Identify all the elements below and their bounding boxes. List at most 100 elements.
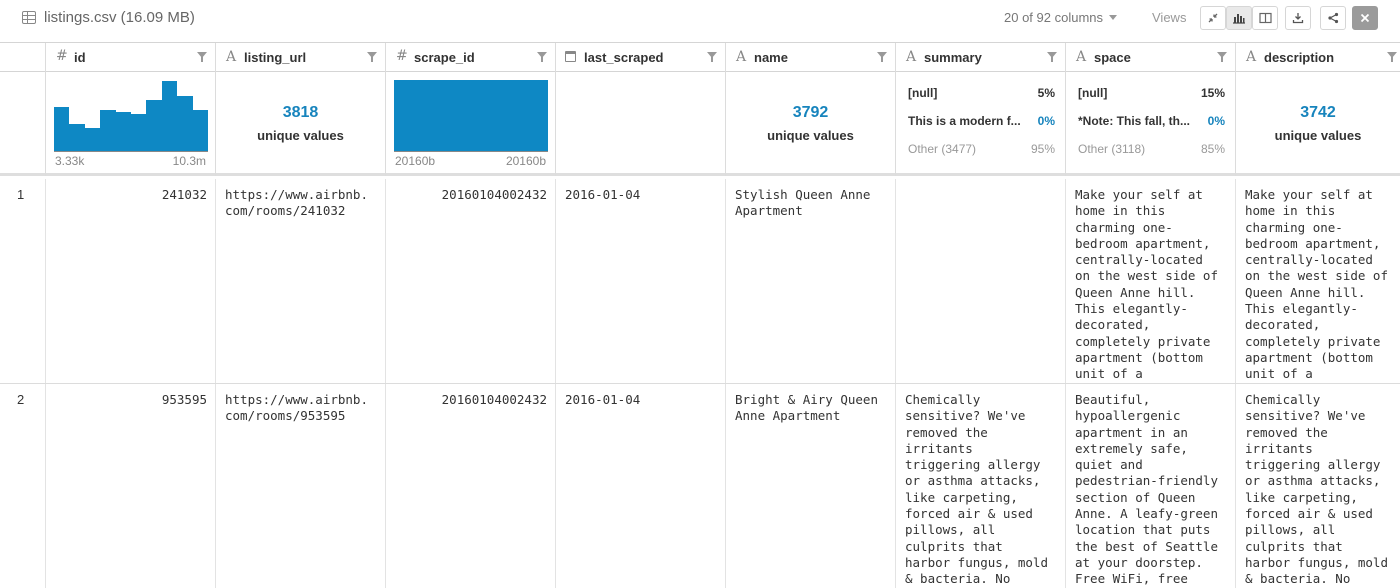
share-button[interactable] [1320, 6, 1346, 30]
top-value-label: [null] [908, 86, 938, 100]
cell-description[interactable]: Chemically sensitive? We've removed the … [1235, 384, 1400, 588]
histogram-bar[interactable] [69, 124, 85, 151]
histogram-bar[interactable] [161, 81, 178, 151]
summary-listing-url: 3818 unique values [215, 72, 385, 176]
top-value-label: *Note: This fall, th... [1078, 114, 1191, 128]
download-button[interactable] [1285, 6, 1311, 30]
top-value-other[interactable]: Other (3118) 85% [1078, 142, 1225, 156]
filter-icon[interactable] [537, 52, 547, 62]
cell-summary[interactable]: Chemically sensitive? We've removed the … [895, 384, 1065, 588]
cell-last-scraped[interactable]: 2016-01-04 [555, 179, 725, 383]
cell-name[interactable]: Stylish Queen Anne Apartment [725, 179, 895, 383]
cell-space[interactable]: Make your self at home in this charming … [1065, 179, 1235, 383]
top-value-pct: 0% [1207, 114, 1225, 128]
file-title: listings.csv (16.09 MB) [44, 9, 195, 26]
text-type-icon: A [1246, 49, 1257, 65]
column-count-dropdown[interactable]: 20 of 92 columns [1004, 10, 1118, 25]
cell-scrape-id[interactable]: 20160104002432 [385, 384, 555, 588]
top-bar: listings.csv (16.09 MB) 20 of 92 columns… [0, 0, 1400, 42]
cell-description[interactable]: Make your self at home in this charming … [1235, 179, 1400, 383]
top-value-row[interactable]: [null] 15% [1078, 86, 1225, 100]
bar-chart-icon [1233, 14, 1245, 24]
column-summary-row: 3.33k 10.3m 3818 unique values 20160b 20… [0, 72, 1400, 176]
top-value-pct: 15% [1200, 86, 1225, 100]
top-value-pct: 5% [1037, 86, 1055, 100]
filter-icon[interactable] [197, 52, 207, 62]
unique-count: 3818 [282, 104, 319, 121]
histogram-bar[interactable] [146, 99, 162, 151]
histogram-bar[interactable] [131, 114, 147, 151]
detail-view-button[interactable] [1252, 6, 1278, 30]
filter-icon[interactable] [1387, 52, 1397, 62]
filter-icon[interactable] [1217, 52, 1227, 62]
top-value-other[interactable]: Other (3477) 95% [908, 142, 1055, 156]
cell-space[interactable]: Beautiful, hypoallergenic apartment in a… [1065, 384, 1235, 588]
column-name: description [1264, 50, 1335, 65]
unique-label: unique values [767, 128, 854, 143]
calendar-icon [565, 51, 576, 62]
column-name: name [754, 50, 788, 65]
table-row[interactable]: 1 241032 https://www.airbnb.com/rooms/24… [0, 179, 1400, 384]
histogram-bar[interactable] [177, 96, 193, 151]
top-value-row[interactable]: *Note: This fall, th... 0% [1078, 114, 1225, 128]
column-header-summary[interactable]: A summary [895, 43, 1065, 72]
filter-icon[interactable] [877, 52, 887, 62]
summary-last-scraped [555, 72, 725, 176]
cell-listing-url[interactable]: https://www.airbnb.com/rooms/953595 [215, 384, 385, 588]
top-value-pct: 85% [1200, 142, 1225, 156]
unique-label: unique values [257, 128, 344, 143]
column-header-name[interactable]: A name [725, 43, 895, 72]
summary-space: [null] 15% *Note: This fall, th... 0% Othe… [1065, 72, 1235, 176]
histogram-bar[interactable] [100, 109, 116, 151]
column-header-id[interactable]: # id [45, 43, 215, 72]
histogram-bar[interactable] [115, 111, 131, 151]
views-label: Views [1152, 10, 1187, 25]
share-icon [1328, 12, 1339, 24]
column-name: last_scraped [584, 50, 664, 65]
column-name: listing_url [244, 50, 307, 65]
cell-listing-url[interactable]: https://www.airbnb.com/rooms/241032 [215, 179, 385, 383]
column-summary-view-button[interactable] [1226, 6, 1252, 30]
top-value-row[interactable]: [null] 5% [908, 86, 1055, 100]
close-button[interactable] [1352, 6, 1378, 30]
text-type-icon: A [1076, 49, 1087, 65]
cell-last-scraped[interactable]: 2016-01-04 [555, 384, 725, 588]
close-icon [1360, 13, 1370, 23]
histogram-min: 20160b [395, 154, 436, 168]
cell-id[interactable]: 241032 [45, 179, 215, 383]
cell-name[interactable]: Bright & Airy Queen Anne Apartment [725, 384, 895, 588]
cell-id[interactable]: 953595 [45, 384, 215, 588]
filter-icon[interactable] [1047, 52, 1057, 62]
histogram-scrape-id[interactable] [394, 80, 548, 152]
text-type-icon: A [736, 49, 747, 65]
column-header-listing-url[interactable]: A listing_url [215, 43, 385, 72]
table-row[interactable]: 2 953595 https://www.airbnb.com/rooms/95… [0, 384, 1400, 588]
column-header-row: # id A listing_url # scrape_id last_scra… [0, 42, 1400, 72]
unique-label: unique values [1274, 128, 1362, 143]
column-header-last-scraped[interactable]: last_scraped [555, 43, 725, 72]
column-header-scrape-id[interactable]: # scrape_id [385, 43, 555, 72]
unique-count: 3792 [792, 104, 829, 121]
number-type-icon: # [396, 48, 408, 64]
cell-summary[interactable] [895, 179, 1065, 383]
top-value-label: [null] [1078, 86, 1108, 100]
download-icon [1292, 13, 1304, 24]
histogram-min: 3.33k [55, 154, 85, 168]
filter-icon[interactable] [707, 52, 717, 62]
histogram-bar[interactable] [84, 128, 101, 151]
filter-icon[interactable] [367, 52, 377, 62]
histogram-id[interactable] [54, 80, 208, 152]
row-number: 2 [17, 392, 25, 407]
histogram-bar[interactable] [394, 80, 548, 151]
summary-name: 3792 unique values [725, 72, 895, 176]
column-header-description[interactable]: A description [1235, 43, 1400, 72]
cell-scrape-id[interactable]: 20160104002432 [385, 179, 555, 383]
top-value-row[interactable]: This is a modern f... 0% [908, 114, 1055, 128]
histogram-max: 20160b [505, 154, 546, 168]
split-panel-icon [1258, 12, 1272, 24]
histogram-bar[interactable] [54, 106, 70, 151]
top-value-pct: 95% [1030, 142, 1055, 156]
histogram-bar[interactable] [192, 109, 208, 151]
column-header-space[interactable]: A space [1065, 43, 1235, 72]
compact-view-button[interactable] [1200, 6, 1226, 30]
